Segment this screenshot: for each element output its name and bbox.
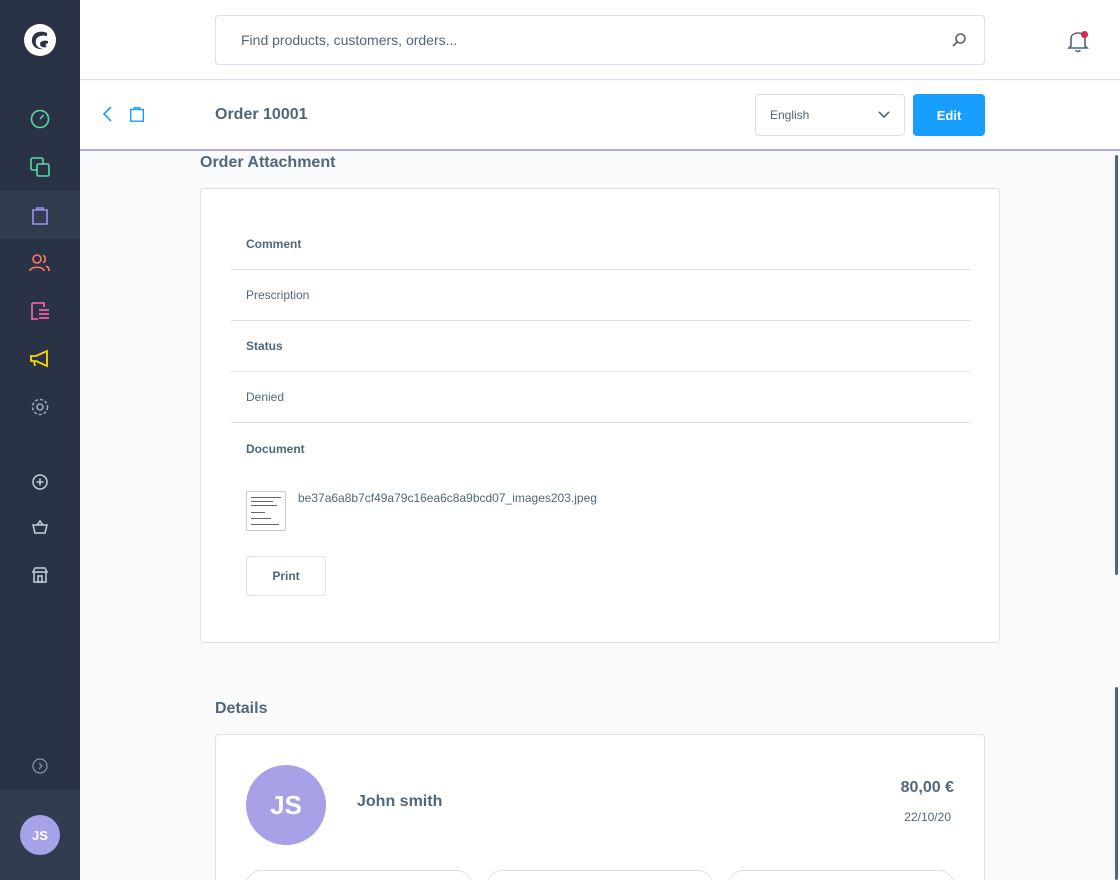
print-button[interactable]: Print [246, 556, 326, 596]
search-icon[interactable] [934, 32, 984, 48]
smart-bar: Order 10001 English Edit [80, 81, 1120, 151]
dashboard-icon [30, 109, 50, 129]
customers-icon [29, 254, 50, 272]
notification-dot [1081, 31, 1088, 38]
chevron-right-circle-icon [32, 758, 48, 774]
detail-pill-3[interactable] [728, 870, 954, 880]
order-amount: 80,00 € [900, 779, 954, 796]
nav-storefront[interactable] [0, 551, 80, 599]
document-label: Document [246, 441, 305, 456]
content-icon [31, 302, 49, 320]
language-switch[interactable]: English [755, 94, 905, 136]
nav-content[interactable] [0, 287, 80, 335]
document-thumbnail[interactable] [246, 491, 286, 531]
comment-value: Prescription [231, 270, 970, 321]
plus-circle-icon [32, 474, 48, 490]
chevron-down-icon [878, 111, 890, 119]
nav-catalogues[interactable] [0, 143, 80, 191]
page-title: Order 10001 [215, 106, 308, 123]
nav-sales-channel[interactable] [0, 503, 80, 551]
details-title: Details [215, 700, 268, 717]
nav-marketing[interactable] [0, 335, 80, 383]
document-item[interactable]: be37a6a8b7cf49a79c16ea6c8a9bcd07_images2… [246, 491, 597, 531]
detail-pill-1[interactable] [246, 870, 472, 880]
megaphone-icon [30, 349, 48, 368]
nav-orders[interactable] [0, 191, 80, 239]
shopping-bag-icon [32, 207, 48, 225]
nav-settings[interactable] [0, 383, 80, 431]
search-input[interactable] [216, 16, 934, 64]
nav-extensions[interactable] [0, 458, 80, 506]
catalogues-icon [30, 157, 50, 177]
status-value: Denied [231, 372, 970, 423]
scrollbar-lower[interactable] [1115, 687, 1118, 880]
nav-dashboard[interactable] [0, 95, 80, 143]
status-label: Status [231, 321, 970, 372]
search-bar[interactable] [215, 15, 985, 65]
module-orders-icon [128, 105, 146, 128]
topbar [80, 0, 1120, 80]
customer-avatar: JS [246, 765, 326, 845]
storefront-icon [32, 567, 48, 583]
customer-name: John smith [357, 793, 443, 810]
chevron-left-icon [102, 106, 112, 122]
document-filename[interactable]: be37a6a8b7cf49a79c16ea6c8a9bcd07_images2… [298, 491, 597, 531]
basket-icon [32, 520, 48, 534]
details-card: JS John smith 80,00 € 22/10/20 [215, 734, 985, 880]
scrollbar[interactable] [1115, 155, 1118, 575]
comment-label: Comment [231, 219, 970, 270]
order-attachment-card: Comment Prescription Status Denied Docum… [200, 188, 1000, 643]
nav-customers[interactable] [0, 239, 80, 287]
back-button[interactable] [100, 105, 116, 128]
order-attachment-title: Order Attachment [200, 154, 336, 171]
user-menu[interactable]: JS [0, 790, 80, 880]
shopware-logo[interactable] [0, 0, 80, 80]
order-date: 22/10/20 [904, 810, 951, 824]
shopping-bag-icon [129, 106, 145, 122]
sidebar: JS [0, 0, 80, 880]
language-selected: English [770, 108, 810, 122]
collapse-sidebar-button[interactable] [0, 742, 80, 790]
notifications-bell[interactable] [1065, 28, 1091, 54]
logo-icon [24, 24, 56, 56]
gear-icon [31, 398, 49, 416]
avatar[interactable]: JS [20, 815, 60, 855]
edit-button[interactable]: Edit [913, 94, 985, 136]
detail-pill-2[interactable] [487, 870, 713, 880]
